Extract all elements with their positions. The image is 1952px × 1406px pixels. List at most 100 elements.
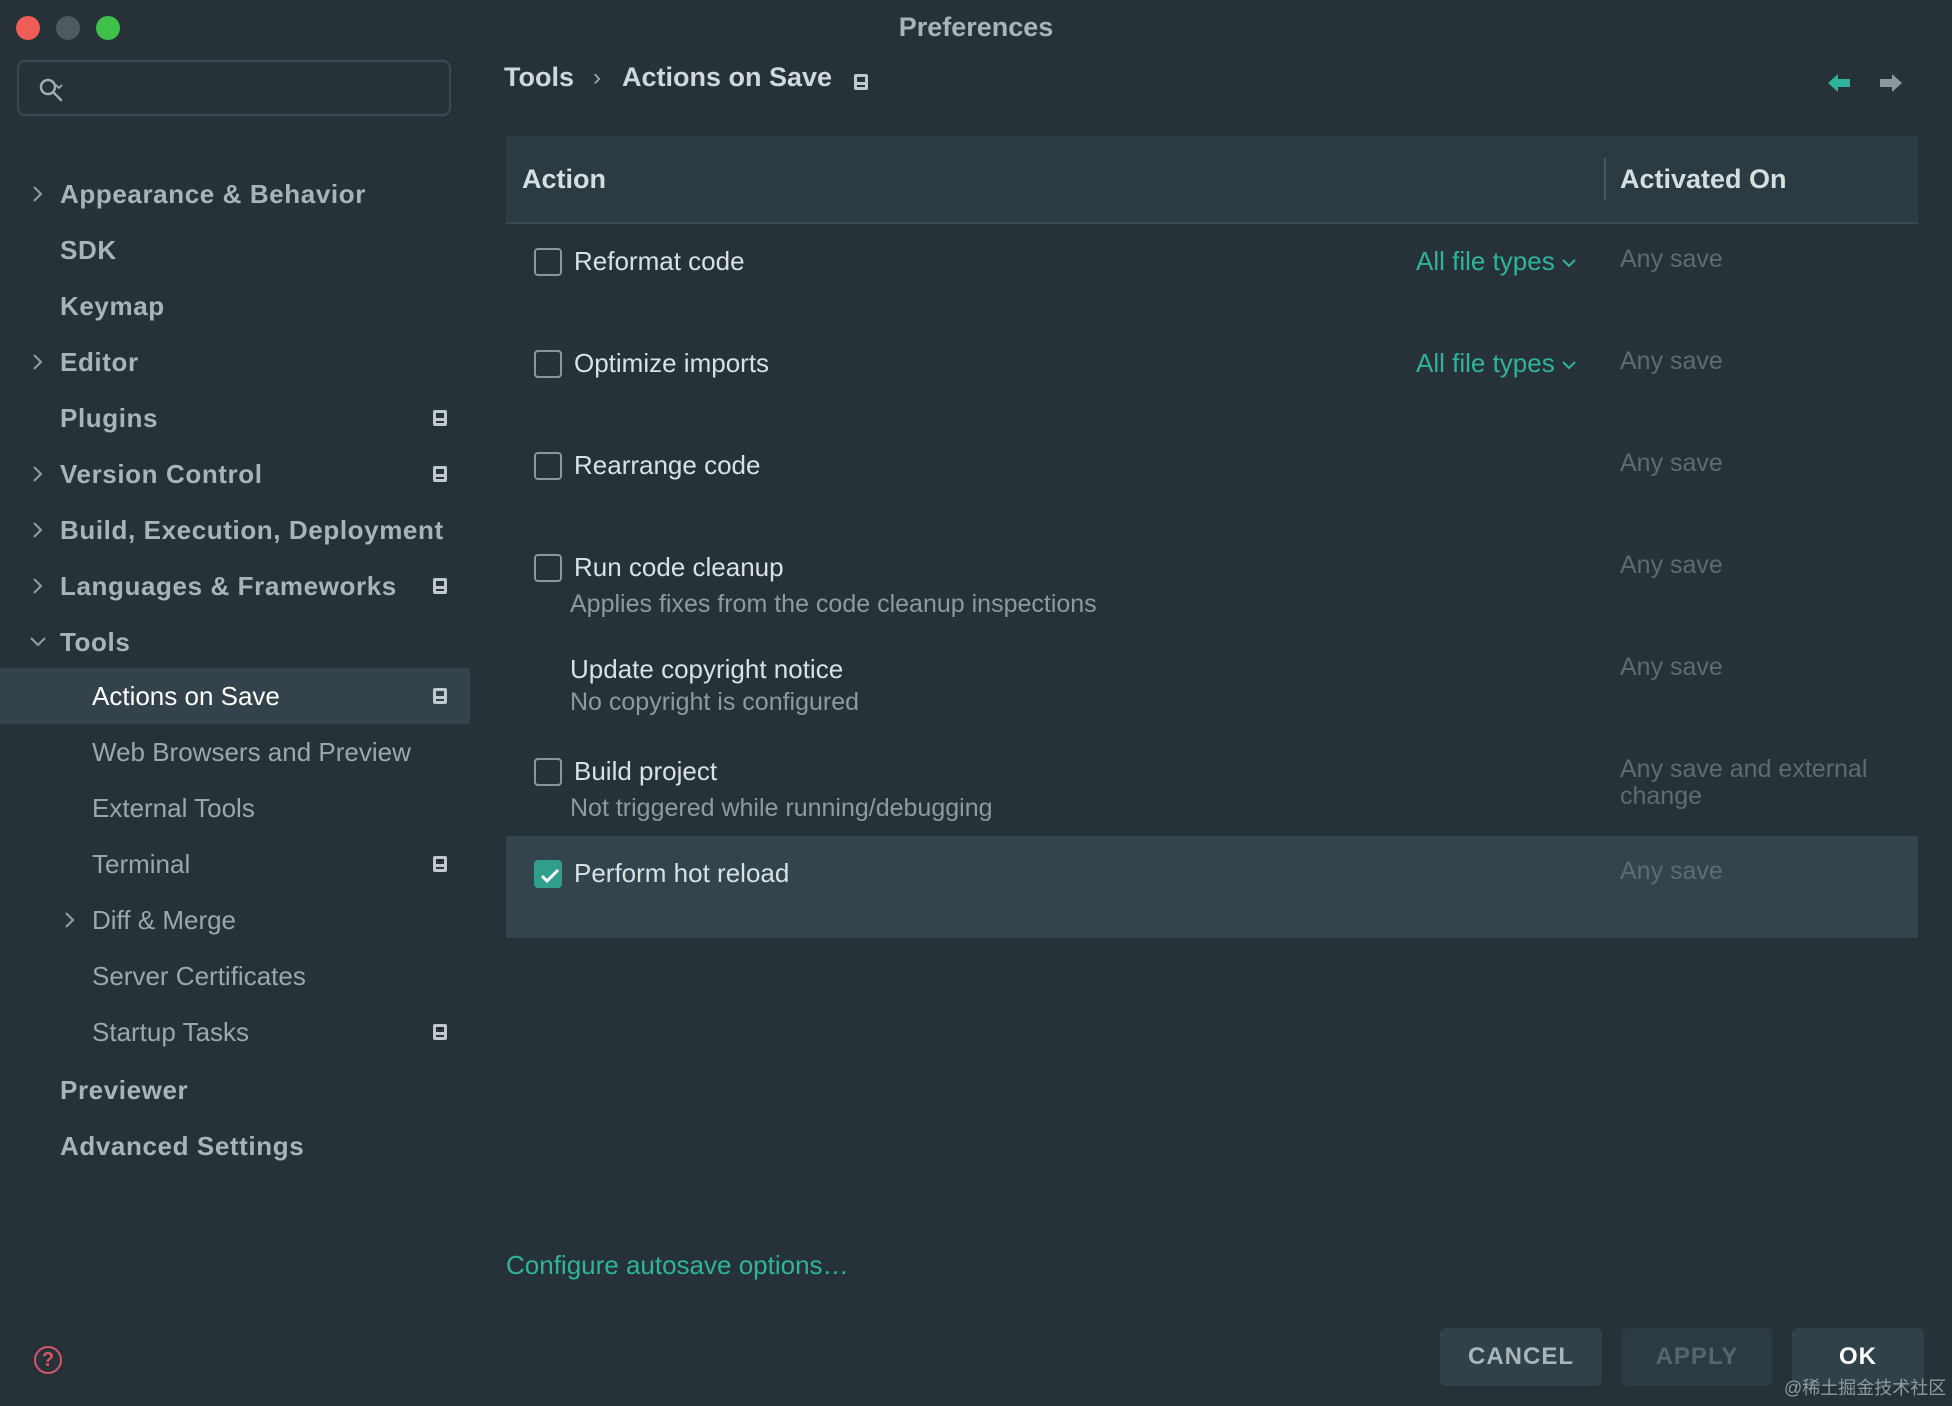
chevron-right-icon [33,186,43,202]
action-title: Reformat code [574,246,745,276]
settings-search-input[interactable] [17,60,451,116]
chevron-right-icon [33,578,43,594]
breadcrumb-separator: › [593,64,601,91]
sidebar-item-actions-on-save[interactable]: Actions on Save [0,668,470,724]
sidebar-item-web-browsers-preview[interactable]: Web Browsers and Preview [0,724,470,780]
sidebar-item-startup-tasks[interactable]: Startup Tasks [0,1004,470,1060]
sidebar-item-label: Tools [60,627,131,657]
sidebar-item-label: Languages & Frameworks [60,571,397,601]
sidebar-item-advanced-settings[interactable]: Advanced Settings [0,1118,470,1174]
sidebar-item-keymap[interactable]: Keymap [0,278,470,334]
chevron-right-icon [33,354,43,370]
sidebar-item-server-certificates[interactable]: Server Certificates [0,948,470,1004]
table-row-update-copyright[interactable]: Update copyright notice No copyright is … [506,632,1918,734]
sidebar-item-label: Web Browsers and Preview [92,737,411,767]
watermark: @稀土掘金技术社区 [1784,1378,1947,1398]
sidebar-item-terminal[interactable]: Terminal [0,836,470,892]
table-row-optimize-imports[interactable]: Optimize imports All file types Any save [506,326,1918,428]
project-settings-icon [433,410,447,426]
preferences-window: Preferences Appearance & Behavior SDK Ke… [0,0,1952,1406]
perform-hot-reload-checkbox[interactable] [534,860,562,888]
optimize-imports-checkbox[interactable] [534,350,562,378]
sidebar-item-label: Keymap [60,291,165,321]
chevron-down-icon [1562,259,1576,268]
action-title: Perform hot reload [574,858,790,888]
sidebar-item-label: Version Control [60,459,263,489]
sidebar-item-label: Appearance & Behavior [60,179,366,209]
sidebar-item-tools[interactable]: Tools [0,614,470,670]
run-code-cleanup-checkbox[interactable] [534,554,562,582]
actions-table: Action Activated On Reformat code All fi… [506,136,1918,940]
activated-on-value: Any save [1620,653,1723,681]
table-row-perform-hot-reload[interactable]: Perform hot reload Any save [506,836,1918,938]
action-description: Not triggered while running/debugging [570,794,993,822]
sidebar-item-diff-merge[interactable]: Diff & Merge [0,892,470,948]
title-bar: Preferences [0,0,1952,54]
help-button[interactable]: ? [34,1346,62,1374]
sidebar-item-label: Actions on Save [92,681,280,711]
sidebar-item-label: Editor [60,347,139,377]
action-title: Run code cleanup [574,552,784,582]
rearrange-code-checkbox[interactable] [534,452,562,480]
action-title: Update copyright notice [570,654,844,684]
project-settings-icon [433,466,447,482]
table-header: Action Activated On [506,136,1918,224]
window-title: Preferences [898,12,1054,42]
sidebar-item-appearance-behavior[interactable]: Appearance & Behavior [0,166,470,222]
sidebar-item-label: Plugins [60,403,159,433]
table-row-reformat-code[interactable]: Reformat code All file types Any save [506,224,1918,326]
project-settings-icon [433,1024,447,1040]
apply-button[interactable]: APPLY [1622,1328,1772,1386]
action-description: Applies fixes from the code cleanup insp… [570,590,1097,618]
project-settings-icon [433,578,447,594]
activated-on-value: Any save [1620,551,1723,579]
chevron-down-icon [30,637,46,647]
table-row-build-project[interactable]: Build project Not triggered while runnin… [506,734,1918,836]
configure-autosave-link[interactable]: Configure autosave options… [506,1250,849,1281]
file-types-dropdown[interactable]: All file types [1416,246,1577,277]
project-settings-icon [854,74,868,90]
checkmark-icon [540,868,560,884]
chevron-right-icon [33,466,43,482]
settings-sidebar: Appearance & Behavior SDK Keymap Editor … [0,54,470,1406]
table-row-rearrange-code[interactable]: Rearrange code Any save [506,428,1918,530]
sidebar-item-external-tools[interactable]: External Tools [0,780,470,836]
table-row-run-code-cleanup[interactable]: Run code cleanup Applies fixes from the … [506,530,1918,632]
column-header-activated-on[interactable]: Activated On [1620,164,1787,195]
column-divider[interactable] [1604,158,1606,200]
action-description: No copyright is configured [570,688,860,716]
sidebar-item-previewer[interactable]: Previewer [0,1062,470,1118]
project-settings-icon [433,688,447,704]
reformat-code-checkbox[interactable] [534,248,562,276]
sidebar-item-editor[interactable]: Editor [0,334,470,390]
cancel-button[interactable]: CANCEL [1440,1328,1602,1386]
sidebar-item-languages-frameworks[interactable]: Languages & Frameworks [0,558,470,614]
search-icon [39,78,63,102]
back-arrow-icon[interactable] [1826,72,1852,94]
sidebar-item-label: Server Certificates [92,961,306,991]
page-title: Actions on Save [622,62,833,92]
sidebar-item-build-execution-deployment[interactable]: Build, Execution, Deployment [0,502,470,558]
chevron-down-icon [1562,361,1576,370]
sidebar-item-version-control[interactable]: Version Control [0,446,470,502]
sidebar-item-label: Terminal [92,849,191,879]
forward-arrow-icon[interactable] [1878,72,1904,94]
breadcrumb-tools[interactable]: Tools [504,62,574,93]
sidebar-item-label: SDK [60,235,117,265]
file-types-value: All file types [1416,348,1555,378]
chevron-right-icon [65,912,75,928]
sidebar-item-label: Startup Tasks [92,1017,250,1047]
activated-on-value: Any save [1620,245,1723,273]
project-settings-icon [433,856,447,872]
sidebar-item-label: Diff & Merge [92,905,237,935]
file-types-value: All file types [1416,246,1555,276]
activated-on-value: Any save [1620,857,1723,885]
sidebar-item-sdk[interactable]: SDK [0,222,470,278]
file-types-dropdown[interactable]: All file types [1416,348,1577,379]
activated-on-value: Any save [1620,347,1723,375]
sidebar-item-plugins[interactable]: Plugins [0,390,470,446]
action-title: Build project [574,756,718,786]
build-project-checkbox[interactable] [534,758,562,786]
column-header-action[interactable]: Action [522,164,606,195]
action-title: Optimize imports [574,348,770,378]
